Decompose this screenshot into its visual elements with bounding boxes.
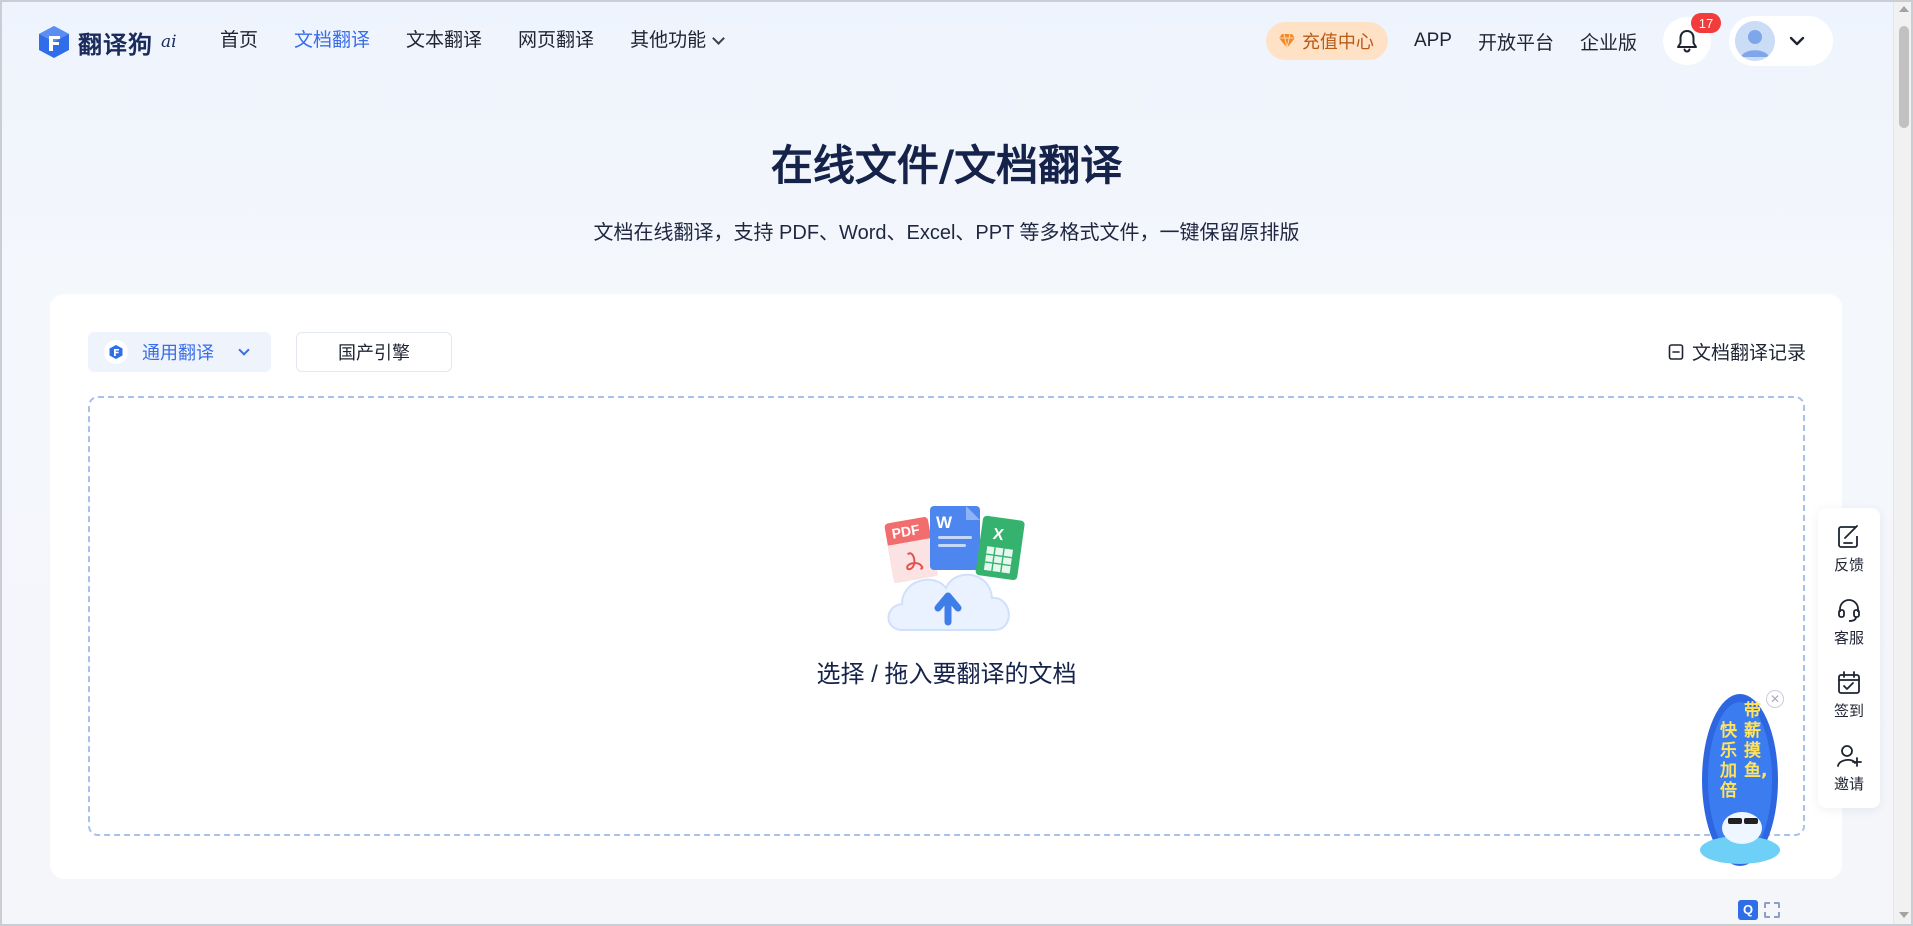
enterprise-link[interactable]: 企业版 (1580, 28, 1637, 55)
tool-label: 反馈 (1833, 557, 1864, 574)
chevron-down-icon (1789, 36, 1805, 46)
notification-button[interactable]: 17 (1663, 13, 1721, 65)
nav-item-label: 其他功能 (630, 30, 707, 51)
nav-item-document-translate[interactable]: 文档翻译 (294, 26, 370, 56)
invite-button[interactable]: 邀请 (1834, 735, 1864, 808)
history-label: 文档翻译记录 (1691, 343, 1806, 364)
top-navigation-bar: 翻译狗 ai 首页 文档翻译 文本翻译 网页翻译 其他功能 充值中心 APP 开… (0, 0, 1893, 82)
translation-history-link[interactable]: 文档翻译记录 (1668, 338, 1806, 365)
page-subtitle: 文档在线翻译，支持 PDF、Word、Excel、PPT 等多格式文件，一键保留… (593, 222, 1300, 244)
word-label: W (936, 513, 953, 532)
chevron-down-icon (712, 32, 725, 45)
promo-line-2: 快乐加倍 (1719, 720, 1738, 801)
user-menu[interactable] (1729, 16, 1833, 66)
feedback-icon (1838, 525, 1858, 548)
feedback-button[interactable]: 反馈 (1834, 516, 1864, 589)
recharge-button[interactable]: 充值中心 (1265, 22, 1388, 60)
nav-item-label: 文档翻译 (294, 30, 371, 51)
nav-item-text-translate[interactable]: 文本翻译 (406, 26, 482, 56)
customer-service-button[interactable]: 客服 (1834, 589, 1864, 662)
dropzone-instruction: 选择 / 拖入要翻译的文档 (816, 661, 1077, 688)
screenshot-icon[interactable] (1764, 902, 1780, 918)
nav-item-web-translate[interactable]: 网页翻译 (518, 26, 594, 56)
scroll-down-arrow-icon[interactable] (1899, 912, 1909, 918)
nav-item-other-features[interactable]: 其他功能 (630, 26, 725, 56)
nav-item-label: 首页 (220, 30, 259, 51)
quick-search-icon[interactable]: Q (1738, 900, 1758, 920)
brand-name: 翻译狗 (78, 30, 153, 59)
nav-item-label: 网页翻译 (518, 30, 595, 51)
brand-suffix: ai (161, 32, 177, 52)
domestic-engine-button[interactable]: 国产引擎 (296, 332, 452, 372)
bell-icon (1677, 30, 1697, 53)
recharge-label: 充值中心 (1301, 32, 1374, 52)
main-nav: 首页 文档翻译 文本翻译 网页翻译 其他功能 (220, 26, 759, 56)
promo-mascot-image: 带薪摸鱼, 快乐加倍 (1700, 694, 1780, 866)
avatar (1735, 21, 1775, 61)
side-toolbar: 反馈 客服 签到 邀请 (1818, 508, 1880, 808)
file-dropzone[interactable]: PDF W X 选择 / 拖入要翻译的文档 (88, 396, 1805, 836)
upload-files-icon: PDF W X (884, 506, 1025, 631)
chevron-down-icon (238, 344, 250, 356)
nav-item-home[interactable]: 首页 (220, 26, 258, 56)
scrollbar-thumb[interactable] (1899, 26, 1909, 128)
brand-logo[interactable]: 翻译狗 ai (36, 22, 177, 62)
right-nav: 充值中心 APP 开放平台 企业版 17 (1265, 13, 1833, 66)
bottom-mini-tools: Q (1738, 900, 1780, 920)
default-avatar-icon (1735, 21, 1775, 61)
open-platform-link[interactable]: 开放平台 (1478, 28, 1554, 55)
headset-icon (1838, 599, 1860, 622)
logo-icon (39, 26, 69, 58)
nav-item-label: 文本翻译 (406, 30, 483, 51)
vertical-scrollbar[interactable] (1893, 0, 1913, 926)
diamond-icon (1278, 33, 1295, 49)
page-title: 在线文件/文档翻译 (770, 141, 1123, 190)
notification-badge: 17 (1691, 13, 1721, 33)
calendar-check-icon (1838, 671, 1860, 694)
tool-label: 签到 (1833, 703, 1864, 720)
add-user-icon (1837, 745, 1862, 767)
check-in-button[interactable]: 签到 (1834, 662, 1864, 735)
engine-select-dropdown[interactable]: 通用翻译 (88, 332, 271, 372)
engine-logo-icon (104, 340, 128, 364)
promo-banner[interactable]: 带薪摸鱼, 快乐加倍 (1690, 690, 1790, 876)
engine-selected-label: 通用翻译 (142, 343, 214, 363)
app-link[interactable]: APP (1414, 30, 1452, 52)
translate-card: 通用翻译 国产引擎 文档翻译记录 PDF W X 选择 / 拖入要翻译的文档 (50, 294, 1842, 879)
scroll-up-arrow-icon[interactable] (1899, 6, 1909, 12)
document-list-icon (1668, 343, 1684, 360)
promo-close-button[interactable]: ✕ (1766, 690, 1784, 708)
tool-label: 邀请 (1833, 776, 1864, 793)
tool-label: 客服 (1833, 630, 1864, 647)
